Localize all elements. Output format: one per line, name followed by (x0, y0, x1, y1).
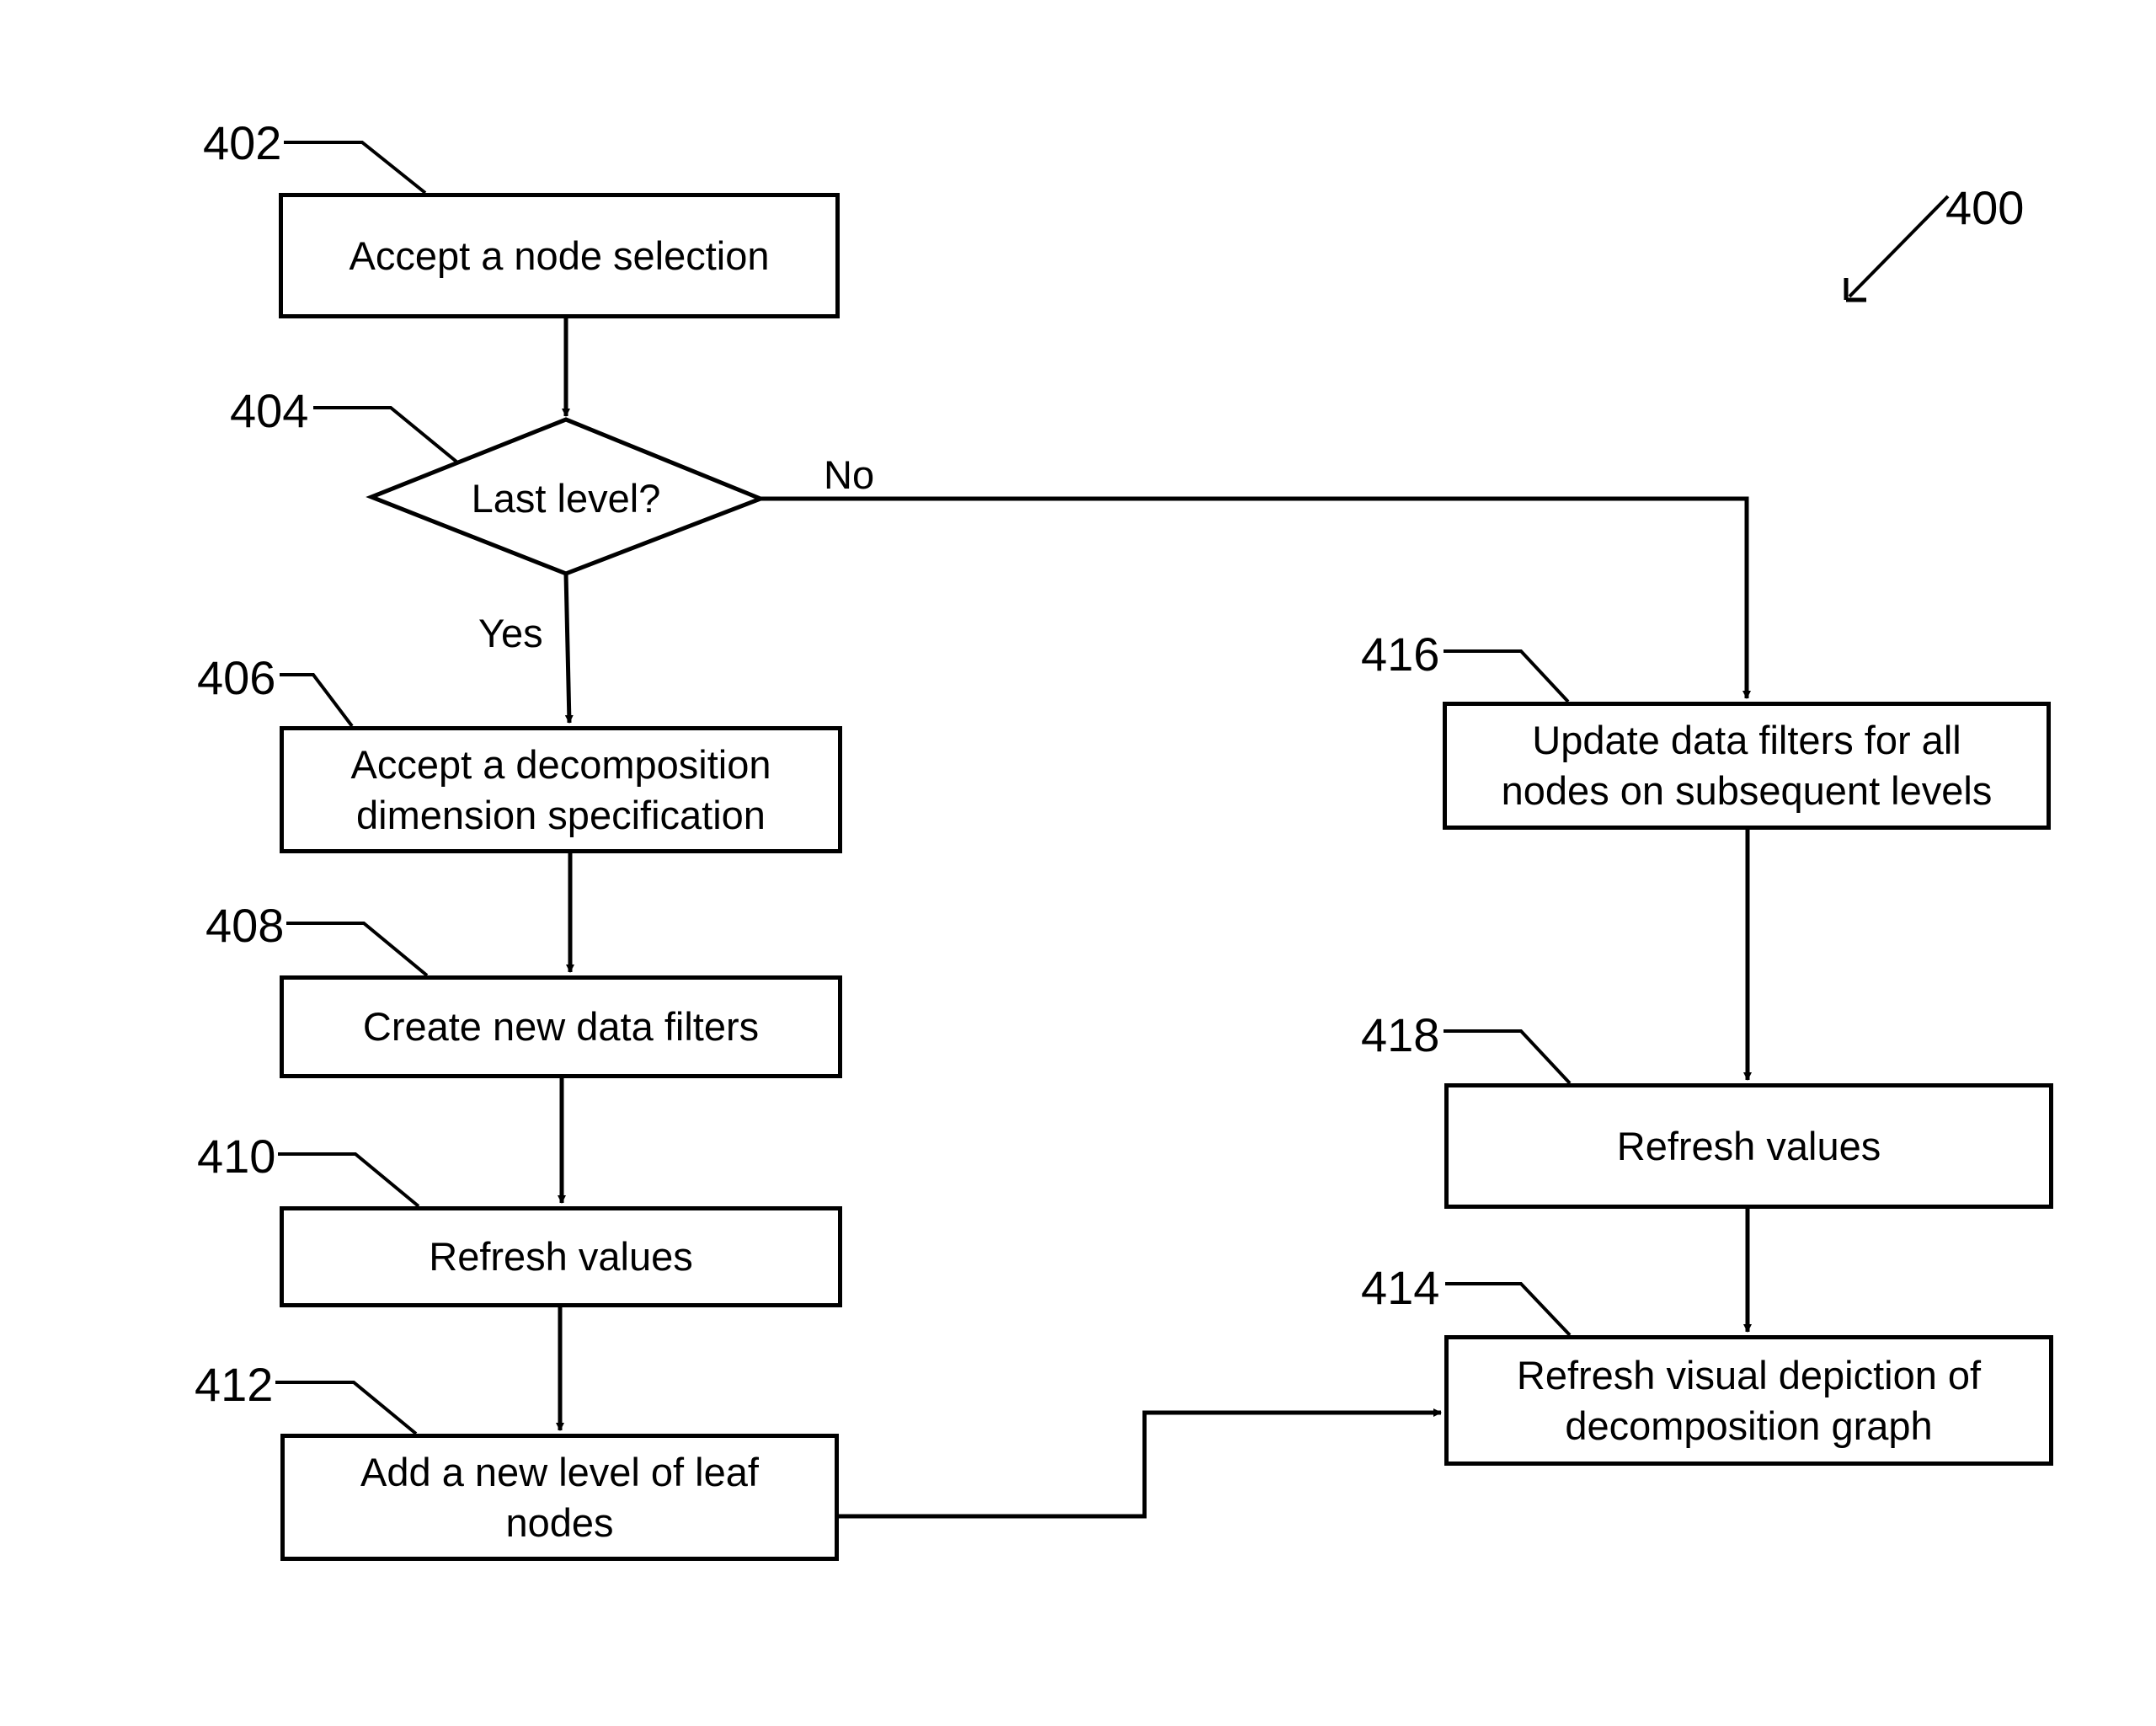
leader-line-416 (1444, 649, 1570, 703)
figure-reference-arrow (1848, 195, 1950, 298)
step-label-line-1: Update data filters for all (1532, 718, 1961, 762)
ref-414: 414 (1361, 1261, 1440, 1314)
connector-404-406-yes (563, 573, 574, 724)
step-label-line-1: Refresh visual depiction of (1516, 1352, 1982, 1397)
step-label-line-2: nodes on subsequent levels (1501, 768, 1993, 813)
connector-412-414 (839, 1408, 1442, 1519)
step-label-line-2: nodes (505, 1499, 614, 1545)
ref-412: 412 (195, 1358, 274, 1411)
step-label-line-2: decomposition graph (1565, 1403, 1933, 1448)
step-418-refresh-values: Refresh values (1444, 1083, 2053, 1209)
step-406-accept-decomposition-dimension: Accept a decomposition dimension specifi… (280, 726, 842, 853)
step-412-add-leaf-level: Add a new level of leaf nodes (280, 1434, 839, 1561)
step-414-refresh-visual-depiction: Refresh visual depiction of decompositio… (1444, 1335, 2053, 1466)
leader-line-404 (313, 406, 458, 463)
step-label: Refresh values (1616, 1123, 1881, 1168)
step-416-update-data-filters: Update data filters for all nodes on sub… (1443, 702, 2051, 830)
ref-406: 406 (197, 651, 276, 704)
step-label-line-1: Accept a decomposition (350, 741, 771, 787)
leader-line-406 (280, 673, 354, 728)
edge-label-yes: Yes (478, 611, 543, 655)
ref-402: 402 (203, 116, 282, 169)
edge-label-no: No (824, 452, 875, 497)
ref-408: 408 (205, 899, 285, 952)
step-410-refresh-values: Refresh values (280, 1206, 842, 1307)
step-402-accept-node-selection: Accept a node selection (279, 193, 840, 318)
ref-416: 416 (1361, 628, 1440, 681)
leader-line-412 (275, 1381, 418, 1435)
decision-404-label: Last level? (471, 476, 661, 521)
ref-404: 404 (230, 384, 309, 437)
step-408-create-data-filters: Create new data filters (280, 975, 842, 1078)
leader-line-418 (1444, 1029, 1572, 1085)
leader-line-410 (278, 1152, 420, 1208)
step-label: Refresh values (429, 1234, 693, 1279)
ref-418: 418 (1361, 1008, 1440, 1061)
connector-404-416-no (760, 496, 1751, 699)
step-label: Accept a node selection (349, 232, 770, 278)
step-label-line-1: Add a new level of leaf (360, 1449, 759, 1494)
leader-line-402 (284, 141, 427, 195)
figure-reference-number: 400 (1945, 181, 2025, 234)
leader-line-408 (286, 922, 429, 977)
step-label: Create new data filters (362, 1004, 760, 1049)
leader-line-414 (1445, 1282, 1572, 1337)
step-label-line-2: dimension specification (356, 792, 766, 837)
ref-410: 410 (197, 1130, 276, 1183)
